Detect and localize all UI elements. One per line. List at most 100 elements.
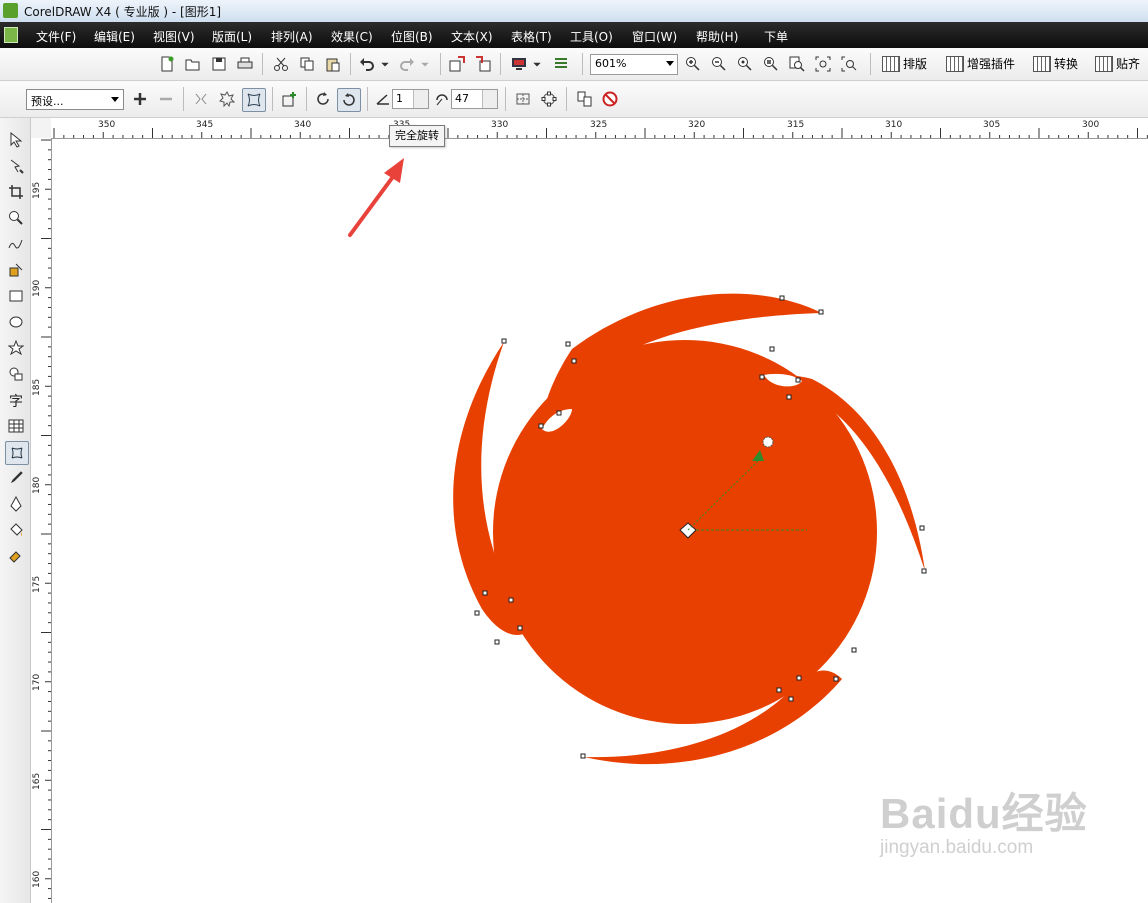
menu-arrange[interactable]: 排列(A) bbox=[271, 28, 313, 45]
pick-tool-icon[interactable] bbox=[6, 130, 26, 150]
zoom-out-icon[interactable] bbox=[710, 55, 728, 73]
spinner-arrows-icon[interactable] bbox=[413, 90, 428, 108]
clockwise-rotation-icon[interactable] bbox=[314, 90, 332, 108]
new-document-icon[interactable] bbox=[158, 55, 176, 73]
toolbar-separator bbox=[505, 87, 506, 111]
menu-table[interactable]: 表格(T) bbox=[511, 28, 552, 45]
zoom-all-objects-icon[interactable] bbox=[762, 55, 780, 73]
zoom-page-width-icon[interactable] bbox=[814, 55, 832, 73]
menu-file[interactable]: 文件(F) bbox=[36, 28, 76, 45]
toolbar-separator bbox=[367, 87, 368, 111]
v-ruler-label: 175 bbox=[32, 575, 42, 593]
application-launcher-icon[interactable] bbox=[510, 55, 528, 73]
menu-bitmaps[interactable]: 位图(B) bbox=[391, 28, 433, 45]
toolbox: 字 bbox=[0, 118, 31, 903]
distort-tool-icon[interactable] bbox=[5, 441, 29, 465]
cut-icon[interactable] bbox=[272, 55, 290, 73]
zoom-page-icon[interactable] bbox=[788, 55, 806, 73]
toolbar-separator bbox=[582, 53, 583, 75]
eyedropper-tool-icon[interactable] bbox=[6, 468, 26, 488]
zoom-tool-icon[interactable] bbox=[6, 208, 26, 228]
toolbar-separator bbox=[350, 53, 351, 75]
annotation-arrow bbox=[348, 158, 404, 237]
menu-layout[interactable]: 版面(L) bbox=[212, 28, 252, 45]
menu-tools[interactable]: 工具(O) bbox=[570, 28, 613, 45]
rectangle-tool-icon[interactable] bbox=[6, 286, 26, 306]
ruler-origin[interactable] bbox=[31, 118, 52, 139]
save-icon[interactable] bbox=[210, 55, 228, 73]
clear-distortion-icon[interactable] bbox=[601, 90, 619, 108]
h-ruler-label: 300 bbox=[1082, 120, 1100, 130]
zoom-page-height-icon[interactable] bbox=[840, 55, 858, 73]
zoom-level-select[interactable]: 601% bbox=[590, 54, 678, 75]
copy-icon[interactable] bbox=[298, 55, 316, 73]
v-ruler-label: 165 bbox=[32, 772, 42, 790]
menu-effects[interactable]: 效果(C) bbox=[331, 28, 373, 45]
copy-distortion-properties-icon[interactable] bbox=[576, 90, 594, 108]
polygon-tool-icon[interactable] bbox=[6, 338, 26, 358]
counterclockwise-rotation-icon[interactable] bbox=[337, 88, 361, 112]
toolbar-separator bbox=[566, 87, 567, 111]
preset-select[interactable]: 预设... bbox=[26, 89, 124, 110]
open-icon[interactable] bbox=[184, 55, 202, 73]
convert-icon bbox=[1033, 55, 1051, 72]
convert-button[interactable]: 转换 bbox=[1033, 55, 1078, 72]
zoom-selected-icon[interactable] bbox=[736, 55, 754, 73]
welcome-screen-icon[interactable] bbox=[552, 55, 570, 73]
import-icon[interactable] bbox=[448, 55, 466, 73]
redo-dropdown-icon[interactable] bbox=[420, 55, 430, 73]
launcher-dropdown-icon[interactable] bbox=[532, 55, 542, 73]
v-ruler-label: 170 bbox=[32, 673, 42, 691]
chevron-down-icon bbox=[111, 97, 119, 102]
print-icon[interactable] bbox=[236, 55, 254, 73]
fill-tool-icon[interactable] bbox=[6, 520, 26, 540]
h-ruler-label: 350 bbox=[98, 120, 116, 130]
ellipse-tool-icon[interactable] bbox=[6, 312, 26, 332]
center-distortion-icon[interactable] bbox=[514, 90, 532, 108]
export-icon[interactable] bbox=[474, 55, 492, 73]
standard-toolbar: 601% 排版 增强插件 转换 贴齐 bbox=[0, 48, 1148, 81]
complete-rotations-input[interactable]: 1 bbox=[392, 89, 429, 109]
undo-dropdown-icon[interactable] bbox=[380, 55, 390, 73]
menu-view[interactable]: 视图(V) bbox=[153, 28, 195, 45]
additional-degrees-value: 47 bbox=[455, 92, 469, 105]
twister-distortion-icon[interactable] bbox=[242, 88, 266, 112]
menu-edit[interactable]: 编辑(E) bbox=[94, 28, 135, 45]
paste-icon[interactable] bbox=[324, 55, 342, 73]
interactive-fill-tool-icon[interactable] bbox=[6, 546, 26, 566]
smart-fill-tool-icon[interactable] bbox=[6, 260, 26, 280]
enhance-plugin-button[interactable]: 增强插件 bbox=[946, 55, 1015, 72]
remove-preset-icon[interactable] bbox=[157, 90, 175, 108]
complete-rotations-value: 1 bbox=[396, 92, 403, 105]
freehand-tool-icon[interactable] bbox=[6, 234, 26, 254]
zoom-in-icon[interactable] bbox=[684, 55, 702, 73]
toolbar-separator bbox=[262, 53, 263, 75]
menu-help[interactable]: 帮助(H) bbox=[696, 28, 738, 45]
menu-order[interactable]: 下单 bbox=[764, 28, 788, 45]
zipper-distortion-icon[interactable] bbox=[218, 90, 236, 108]
crop-tool-icon[interactable] bbox=[6, 182, 26, 202]
table-tool-icon[interactable] bbox=[6, 416, 26, 436]
undo-icon[interactable] bbox=[358, 55, 376, 73]
add-new-distortion-icon[interactable] bbox=[280, 90, 298, 108]
additional-degrees-input[interactable]: 47 bbox=[451, 89, 498, 109]
v-ruler-label: 185 bbox=[32, 378, 42, 396]
outline-tool-icon[interactable] bbox=[6, 494, 26, 514]
shape-tool-icon[interactable] bbox=[6, 156, 26, 176]
menu-text[interactable]: 文本(X) bbox=[451, 28, 493, 45]
document-icon[interactable] bbox=[4, 27, 18, 43]
spinner-arrows-icon[interactable] bbox=[482, 90, 497, 108]
basic-shapes-tool-icon[interactable] bbox=[6, 364, 26, 384]
layout-button[interactable]: 排版 bbox=[882, 55, 927, 72]
add-preset-icon[interactable] bbox=[131, 90, 149, 108]
h-ruler-label: 330 bbox=[491, 120, 509, 130]
push-pull-distortion-icon[interactable] bbox=[192, 90, 210, 108]
menu-window[interactable]: 窗口(W) bbox=[632, 28, 677, 45]
toolbar-separator bbox=[870, 53, 871, 75]
snap-button[interactable]: 贴齐 bbox=[1095, 55, 1140, 72]
redo-icon[interactable] bbox=[398, 55, 416, 73]
complete-rotations-icon bbox=[374, 90, 392, 108]
title-bar: CorelDRAW X4 ( 专业版 ) - [图形1] bbox=[0, 0, 1148, 23]
convert-to-curves-icon[interactable] bbox=[540, 90, 558, 108]
text-tool-icon[interactable]: 字 bbox=[6, 390, 26, 410]
